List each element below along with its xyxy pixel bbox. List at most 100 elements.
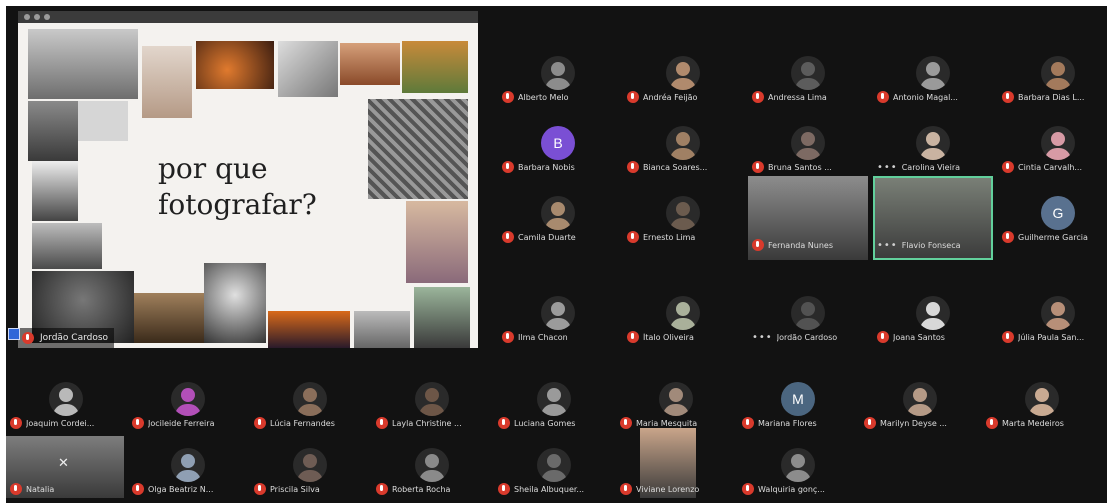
participant-tile[interactable]: Andressa Lima	[748, 46, 868, 106]
participant-tile[interactable]: M Mariana Flores	[738, 372, 858, 432]
muted-mic-icon[interactable]	[627, 91, 639, 103]
muted-mic-icon[interactable]	[502, 331, 514, 343]
participant-tile[interactable]: Luciana Gomes	[494, 372, 614, 432]
more-options-icon[interactable]: •••	[877, 240, 898, 251]
participant-tile[interactable]: Marta Medeiros	[982, 372, 1102, 432]
participant-label: Camila Duarte	[502, 230, 614, 244]
muted-mic-icon[interactable]	[1002, 231, 1014, 243]
presenter-name-tag: Jordão Cardoso	[18, 328, 115, 348]
participant-tile[interactable]: Lúcia Fernandes	[250, 372, 370, 432]
muted-mic-icon[interactable]	[877, 331, 889, 343]
screen-share-icon[interactable]	[8, 328, 20, 340]
muted-mic-icon[interactable]	[376, 417, 388, 429]
muted-mic-icon[interactable]	[620, 483, 632, 495]
muted-mic-icon[interactable]	[132, 483, 144, 495]
participant-tile[interactable]: ✕ Natalia	[6, 436, 126, 498]
avatar: B	[541, 126, 575, 160]
participant-tile[interactable]: Layla Christine ...	[372, 372, 492, 432]
participant-tile[interactable]: Ernesto Lima	[623, 186, 743, 246]
muted-mic-icon[interactable]	[376, 483, 388, 495]
participant-tile[interactable]: ••• Carolina Vieira	[873, 116, 993, 176]
participant-label: Viviane Lorenzo	[620, 482, 732, 496]
participant-tile[interactable]: Bianca Soares...	[623, 116, 743, 176]
participant-tile[interactable]: ••• Flavio Fonseca	[873, 176, 993, 260]
avatar: G	[1041, 196, 1075, 230]
muted-mic-icon[interactable]	[132, 417, 144, 429]
collage-photo	[268, 311, 350, 348]
muted-mic-icon[interactable]	[10, 483, 22, 495]
collage-photo	[354, 311, 410, 348]
avatar-body	[795, 318, 821, 330]
muted-mic-icon[interactable]	[752, 91, 764, 103]
participant-label: Fernanda Nunes	[752, 238, 864, 252]
participant-tile[interactable]: Olga Beatriz N...	[128, 438, 248, 498]
muted-mic-icon[interactable]	[864, 417, 876, 429]
participant-tile[interactable]: Viviane Lorenzo	[616, 428, 736, 498]
more-options-icon[interactable]: •••	[877, 162, 898, 173]
avatar	[293, 382, 327, 416]
collage-photo	[134, 293, 206, 343]
muted-mic-icon[interactable]	[752, 239, 764, 251]
participant-tile[interactable]: Jocileide Ferreira	[128, 372, 248, 432]
muted-mic-icon[interactable]	[742, 483, 754, 495]
participant-tile[interactable]: Alberto Melo	[498, 46, 618, 106]
participant-tile[interactable]: Andréa Feijão	[623, 46, 743, 106]
participant-tile[interactable]: Júlia Paula San...	[998, 286, 1107, 346]
participant-tile[interactable]: ••• Jordão Cardoso	[748, 286, 868, 346]
participant-tile[interactable]: Priscila Silva	[250, 438, 370, 498]
muted-mic-icon[interactable]	[627, 231, 639, 243]
muted-mic-icon[interactable]	[1002, 161, 1014, 173]
window-control-icon	[24, 14, 30, 20]
participant-tile[interactable]: Marilyn Deyse ...	[860, 372, 980, 432]
participant-name: Lúcia Fernandes	[270, 418, 335, 428]
muted-mic-icon[interactable]	[877, 91, 889, 103]
muted-mic-icon[interactable]	[752, 161, 764, 173]
avatar-head	[1051, 132, 1065, 146]
muted-mic-icon[interactable]	[1002, 91, 1014, 103]
participant-name: Carolina Vieira	[901, 162, 961, 172]
participant-tile[interactable]: Fernanda Nunes	[748, 176, 868, 260]
participant-tile[interactable]: G Guilherme Garcia	[998, 186, 1107, 246]
muted-mic-icon[interactable]	[498, 417, 510, 429]
participant-tile[interactable]: Barbara Dias L...	[998, 46, 1107, 106]
participant-tile[interactable]: Sheila Albuquer...	[494, 438, 614, 498]
muted-mic-icon[interactable]	[1002, 331, 1014, 343]
more-options-icon[interactable]: •••	[752, 332, 773, 343]
muted-mic-icon[interactable]	[502, 161, 514, 173]
avatar-head	[1051, 62, 1065, 76]
participant-label: Andressa Lima	[752, 90, 864, 104]
participant-tile[interactable]: Camila Duarte	[498, 186, 618, 246]
muted-mic-icon[interactable]	[627, 161, 639, 173]
participant-tile[interactable]: Joana Santos	[873, 286, 993, 346]
participant-tile[interactable]: B Barbara Nobis	[498, 116, 618, 176]
muted-mic-icon[interactable]	[254, 417, 266, 429]
muted-mic-icon[interactable]	[22, 332, 34, 344]
participant-tile[interactable]: Antonio Magal...	[873, 46, 993, 106]
muted-mic-icon[interactable]	[254, 483, 266, 495]
participant-tile[interactable]: Maria Mesquita	[616, 372, 736, 432]
collage-photo	[402, 41, 468, 93]
muted-mic-icon[interactable]	[620, 417, 632, 429]
participant-label: ••• Flavio Fonseca	[877, 238, 989, 252]
muted-mic-icon[interactable]	[498, 483, 510, 495]
shared-screen[interactable]: por que fotografar? Jordão Cardoso	[18, 11, 478, 348]
participant-tile[interactable]: Roberta Rocha	[372, 438, 492, 498]
participant-tile[interactable]: Ítalo Oliveira	[623, 286, 743, 346]
participant-tile[interactable]: Bruna Santos ...	[748, 116, 868, 176]
participant-label: Sheila Albuquer...	[498, 482, 610, 496]
muted-mic-icon[interactable]	[986, 417, 998, 429]
muted-mic-icon[interactable]	[627, 331, 639, 343]
avatar	[415, 382, 449, 416]
participant-tile[interactable]: Cintia Carvalh...	[998, 116, 1107, 176]
avatar-body	[670, 218, 696, 230]
participant-tile[interactable]: Ilma Chacon	[498, 286, 618, 346]
participant-tile[interactable]: Joaquim Cordei...	[6, 372, 126, 432]
muted-mic-icon[interactable]	[502, 91, 514, 103]
collage-photo	[142, 46, 192, 118]
participant-tile[interactable]: Walquiria gonç...	[738, 438, 858, 498]
muted-mic-icon[interactable]	[502, 231, 514, 243]
muted-mic-icon[interactable]	[742, 417, 754, 429]
slide-title-line: fotografar?	[158, 188, 317, 221]
muted-mic-icon[interactable]	[10, 417, 22, 429]
avatar-head	[425, 454, 439, 468]
